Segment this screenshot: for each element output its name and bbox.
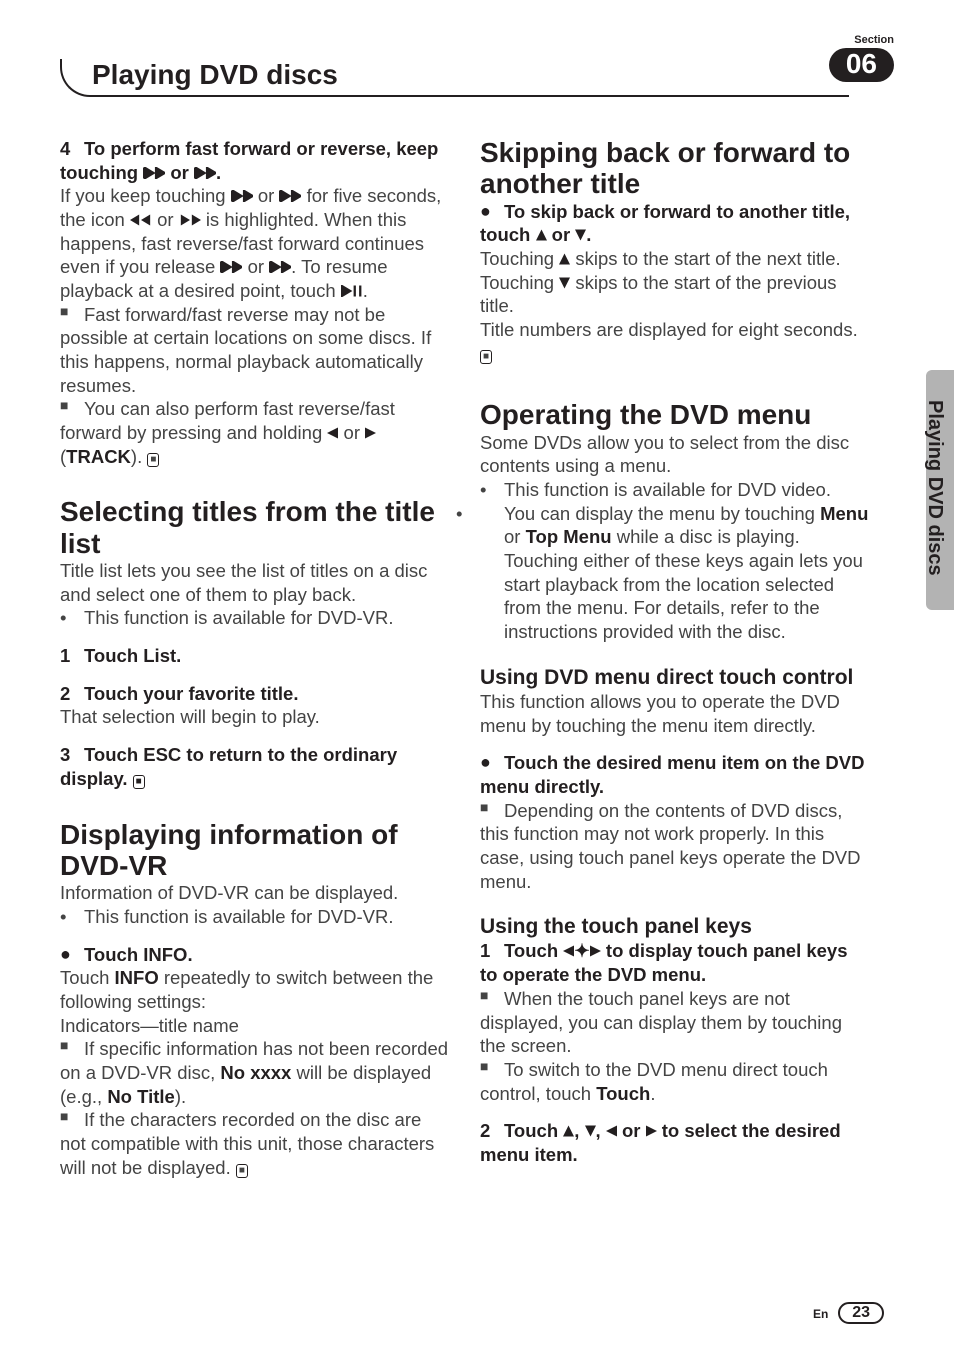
right-column: Skipping back or forward to another titl…: [480, 137, 870, 1179]
heading-skipping: Skipping back or forward to another titl…: [480, 137, 870, 200]
up-icon: [559, 248, 570, 269]
heading-operating-menu: Operating the DVD menu: [480, 399, 870, 430]
heading-displaying-info: Displaying information of DVD-VR: [60, 819, 450, 882]
chapter-title: Playing DVD discs: [60, 59, 829, 97]
page-header: Playing DVD discs Section 06: [60, 34, 894, 97]
end-mark-icon: ■: [480, 350, 492, 364]
dot-bullet-icon: •: [480, 502, 504, 526]
play-pause-icon: [341, 280, 363, 301]
down-icon: [559, 272, 570, 293]
side-tab-label: Playing DVD discs: [923, 400, 946, 576]
heading-direct-touch: Using DVD menu direct touch control: [480, 666, 870, 690]
dot-bullet-icon: •: [60, 905, 84, 929]
section-label: Section: [829, 34, 894, 46]
section-number-badge: 06: [829, 48, 894, 82]
square-bullet-icon: ■: [60, 1108, 84, 1126]
skip-icons: or: [231, 185, 302, 206]
end-mark-icon: ■: [236, 1164, 248, 1178]
rew-ff-icons: or: [130, 209, 201, 230]
dot-bullet-icon: •: [480, 478, 504, 502]
square-bullet-icon: ■: [480, 987, 504, 1005]
end-mark-icon: ■: [133, 775, 145, 789]
square-bullet-icon: ■: [60, 303, 84, 321]
end-mark-icon: ■: [147, 453, 159, 467]
left-column: 4To perform fast forward or reverse, kee…: [60, 137, 450, 1179]
big-bullet-icon: ●: [480, 200, 504, 223]
footer-lang: En: [813, 1307, 828, 1321]
left-right-icons: or: [327, 422, 376, 443]
big-bullet-icon: ●: [60, 943, 84, 966]
big-bullet-icon: ●: [480, 751, 504, 774]
page-number: 23: [838, 1302, 884, 1324]
dot-bullet-icon: •: [60, 606, 84, 630]
square-bullet-icon: ■: [60, 397, 84, 415]
heading-selecting-titles: Selecting titles from the title list: [60, 496, 450, 559]
arrow-keys-icons: , , or: [563, 1120, 656, 1141]
left-center-right-icons: ✦: [563, 940, 601, 961]
page-footer: En 23: [813, 1304, 884, 1322]
square-bullet-icon: ■: [480, 1058, 504, 1076]
skip-icons-2: or: [220, 256, 291, 277]
heading-touch-panel-keys: Using the touch panel keys: [480, 915, 870, 939]
square-bullet-icon: ■: [480, 799, 504, 817]
up-down-icons: or: [536, 224, 587, 245]
square-bullet-icon: ■: [60, 1037, 84, 1055]
prev-icon: or: [143, 162, 216, 183]
